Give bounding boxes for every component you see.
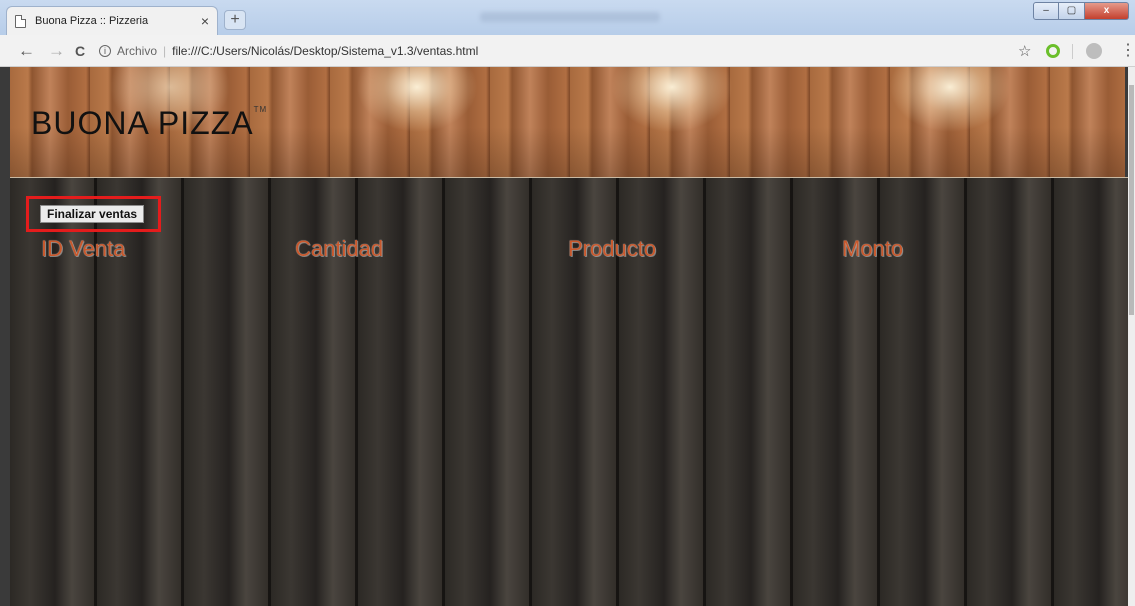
finalizar-ventas-button[interactable]: Finalizar ventas — [40, 205, 145, 223]
info-icon[interactable]: i — [99, 45, 111, 57]
brand-logo: BUONA PIZZATM — [31, 105, 267, 142]
browser-tab[interactable]: Buona Pizza :: Pizzeria × — [6, 6, 218, 35]
window-controls: – ▢ x — [1033, 2, 1129, 20]
address-url: file:///C:/Users/Nicolás/Desktop/Sistema… — [172, 44, 479, 58]
address-bar[interactable]: i Archivo | file:///C:/Users/Nicolás/Des… — [99, 39, 1031, 63]
extension-icon[interactable] — [1046, 44, 1060, 58]
column-header-producto: Producto — [568, 236, 657, 261]
tab-close-icon[interactable]: × — [201, 13, 209, 29]
site-header: BUONA PIZZATM — [10, 67, 1125, 177]
trademark-mark: TM — [253, 105, 268, 114]
maximize-button[interactable]: ▢ — [1059, 2, 1085, 20]
toolbar-divider — [1072, 44, 1073, 59]
column-header-monto: Monto — [842, 236, 904, 261]
browser-toolbar: ← → C i Archivo | file:///C:/Users/Nicol… — [0, 35, 1135, 67]
page-content: BUONA PIZZATM Finalizar ventas ID Venta … — [0, 67, 1135, 606]
column-header-cantidad: Cantidad — [295, 236, 384, 261]
new-tab-button[interactable]: + — [224, 10, 246, 30]
blurred-region — [480, 12, 660, 22]
profile-avatar-icon[interactable] — [1086, 43, 1102, 59]
sales-board: Finalizar ventas ID Venta Cantidad Produ… — [10, 177, 1128, 606]
browser-title-bar: Buona Pizza :: Pizzeria × + – ▢ x — [0, 0, 1135, 35]
bookmark-star-icon[interactable]: ☆ — [1018, 42, 1031, 60]
address-scheme: Archivo — [117, 44, 158, 58]
highlight-box: Finalizar ventas — [26, 196, 161, 232]
page-scrollbar[interactable] — [1128, 67, 1135, 606]
brand-name: BUONA PIZZA — [31, 105, 254, 141]
tab-title: Buona Pizza :: Pizzeria — [35, 15, 149, 27]
address-separator: | — [163, 44, 167, 58]
minimize-button[interactable]: – — [1033, 2, 1059, 20]
back-arrow-icon[interactable]: ← — [18, 41, 35, 61]
column-header-id-venta: ID Venta — [41, 236, 126, 261]
menu-kebab-icon[interactable]: ⋮ — [1120, 40, 1135, 60]
forward-arrow-icon[interactable]: → — [48, 41, 65, 61]
reload-icon[interactable]: C — [75, 43, 85, 59]
scrollbar-thumb[interactable] — [1129, 85, 1134, 315]
close-window-button[interactable]: x — [1085, 2, 1129, 20]
page-icon — [15, 14, 26, 28]
